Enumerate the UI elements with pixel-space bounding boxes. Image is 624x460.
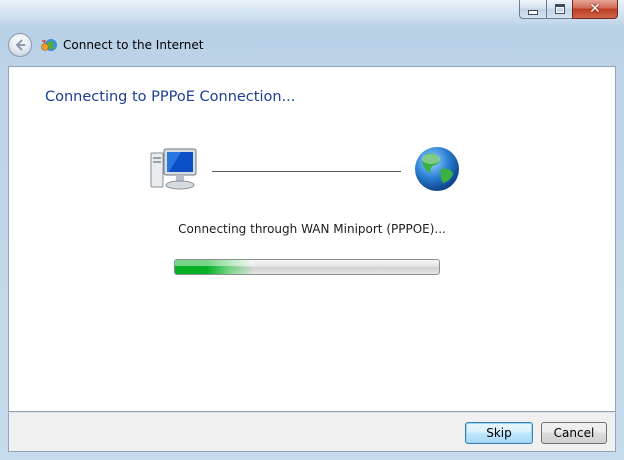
window-title: Connect to the Internet — [63, 38, 204, 52]
connection-line — [212, 171, 401, 172]
globe-icon — [415, 147, 459, 191]
close-button[interactable]: ✕ — [572, 0, 618, 19]
progress-fill — [175, 260, 255, 274]
status-text: Connecting through WAN Miniport (PPPOE).… — [178, 222, 446, 236]
network-connect-icon — [41, 39, 57, 51]
window-frame: ✕ Connect to the Internet Connecting to … — [0, 0, 624, 460]
progress-bar — [174, 259, 440, 275]
computer-icon — [150, 148, 197, 190]
back-button[interactable] — [8, 33, 32, 57]
minimize-icon — [528, 9, 538, 15]
skip-button[interactable]: Skip — [465, 422, 533, 444]
cancel-button[interactable]: Cancel — [541, 422, 607, 444]
page-heading: Connecting to PPPoE Connection... — [45, 89, 296, 105]
wizard-content: Connecting to PPPoE Connection... Connec… — [8, 66, 616, 412]
maximize-button[interactable] — [546, 0, 572, 19]
maximize-icon — [554, 4, 565, 14]
caption-buttons: ✕ — [519, 0, 618, 19]
button-bar: Skip Cancel — [8, 412, 616, 452]
back-arrow-icon — [16, 39, 26, 51]
close-icon: ✕ — [589, 1, 601, 17]
minimize-button[interactable] — [519, 0, 546, 19]
